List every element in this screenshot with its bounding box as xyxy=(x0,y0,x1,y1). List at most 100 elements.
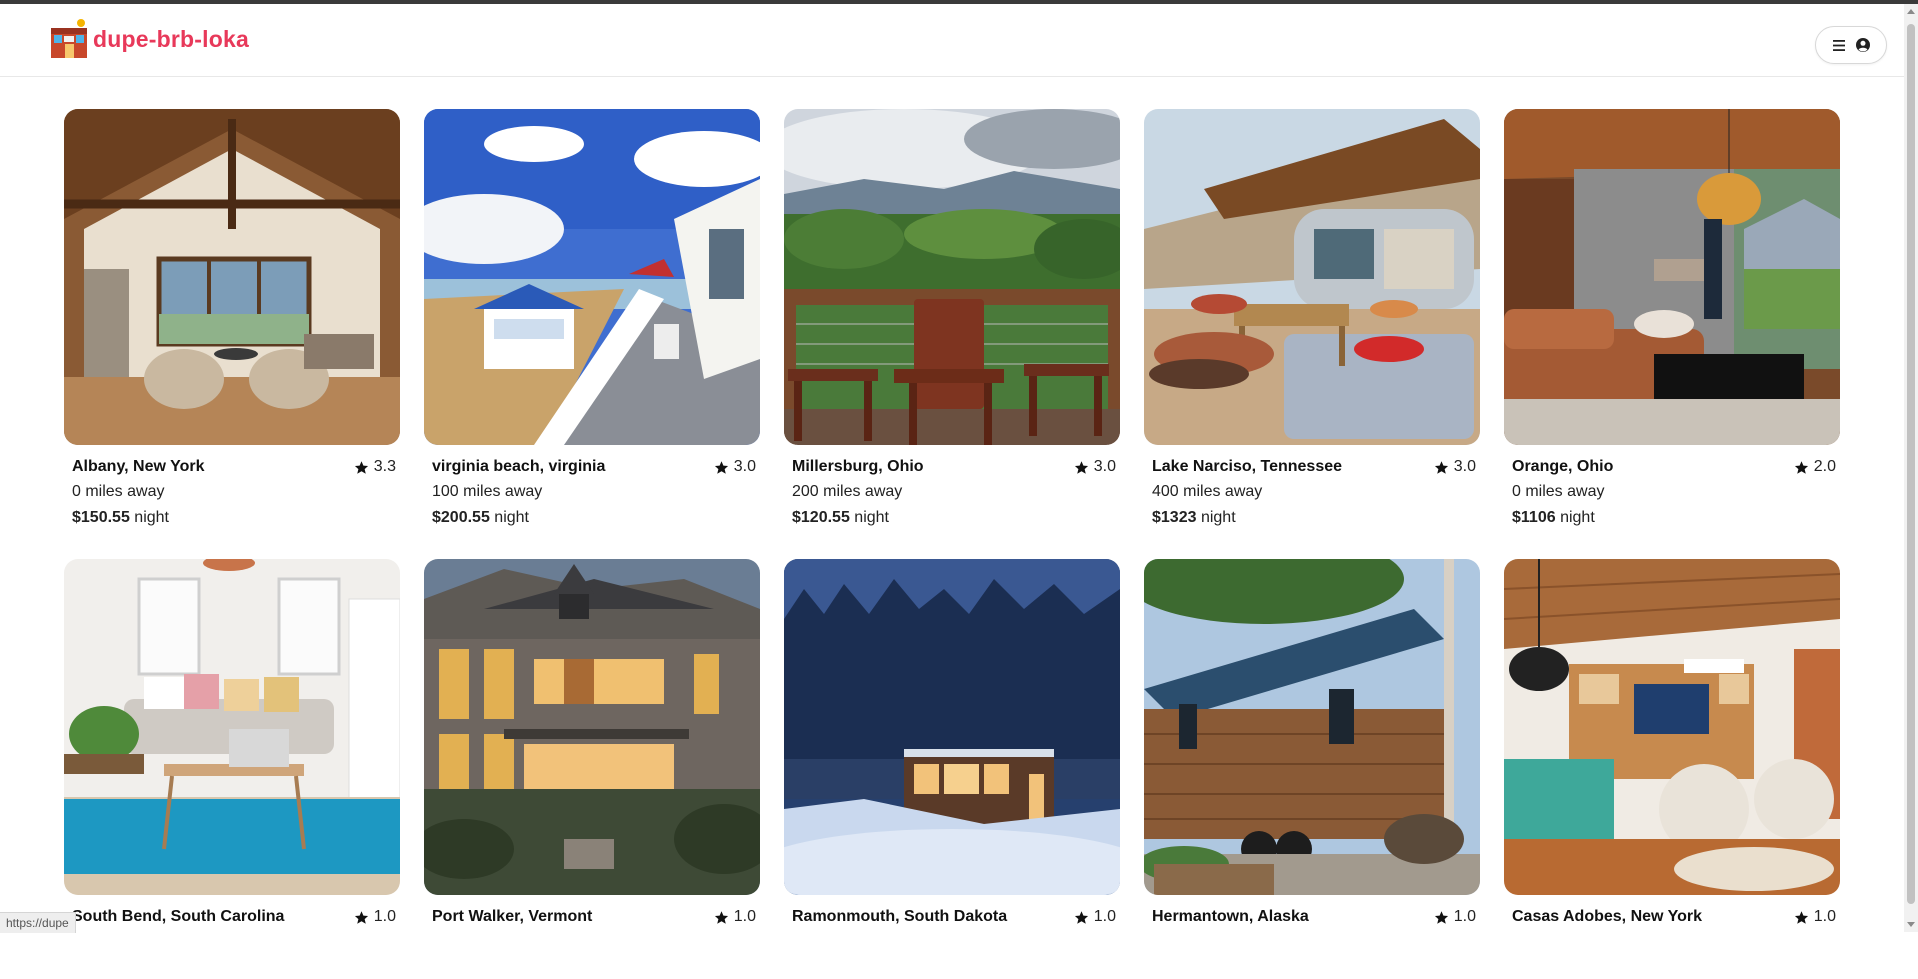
star-icon xyxy=(1434,460,1448,474)
listing-rating: 3.0 xyxy=(1434,458,1476,476)
listing-location: Port Walker, Vermont xyxy=(432,908,593,925)
rating-value: 1.0 xyxy=(373,908,396,925)
listing-photo[interactable] xyxy=(64,109,400,445)
listing-photo[interactable] xyxy=(1144,109,1480,445)
rating-value: 1.0 xyxy=(733,908,756,925)
listing-rating: 2.0 xyxy=(1794,458,1836,476)
listing-price: $150.55 night xyxy=(72,509,396,529)
listing-distance xyxy=(432,933,756,953)
white-room-image xyxy=(64,559,400,895)
listing-location: Lake Narciso, Tennessee xyxy=(1152,458,1343,475)
listing-card[interactable]: Orange, Ohio 2.0 0 miles away $1106 nigh… xyxy=(1504,109,1840,529)
listing-distance xyxy=(72,933,396,953)
listing-location: virginia beach, virginia xyxy=(432,458,606,475)
rating-value: 1.0 xyxy=(1813,908,1836,925)
brand-name[interactable]: dupe-brb-loka xyxy=(93,26,249,53)
listing-distance xyxy=(1512,933,1836,953)
price-unit: night xyxy=(134,509,169,526)
lake-lounge-image xyxy=(1504,109,1840,445)
listing-location: South Bend, South Carolina xyxy=(72,908,285,925)
star-icon xyxy=(1074,460,1088,474)
listing-rating: 3.0 xyxy=(1074,458,1116,476)
listing-photo[interactable] xyxy=(784,109,1120,445)
house-logo-icon[interactable] xyxy=(51,18,87,58)
listing-price xyxy=(1512,959,1836,979)
listing-price: $120.55 night xyxy=(792,509,1116,529)
price-amount: $1323 xyxy=(1152,509,1197,526)
listing-card[interactable]: South Bend, South Carolina 1.0 xyxy=(64,559,400,979)
star-icon xyxy=(714,910,728,924)
price-unit: night xyxy=(494,509,529,526)
listing-card[interactable]: virginia beach, virginia 3.0 100 miles a… xyxy=(424,109,760,529)
listing-card[interactable]: Hermantown, Alaska 1.0 xyxy=(1144,559,1480,979)
scroll-down-arrow-icon[interactable] xyxy=(1907,922,1915,927)
listing-rating: 1.0 xyxy=(1794,908,1836,926)
star-icon xyxy=(1074,910,1088,924)
star-icon xyxy=(1794,460,1808,474)
listing-card[interactable]: Millersburg, Ohio 3.0 200 miles away $12… xyxy=(784,109,1120,529)
user-menu-button[interactable] xyxy=(1815,26,1887,64)
price-amount: $200.55 xyxy=(432,509,490,526)
scroll-up-arrow-icon[interactable] xyxy=(1907,9,1915,14)
tiny-house-image xyxy=(1144,559,1480,895)
star-icon xyxy=(354,460,368,474)
listing-price xyxy=(432,959,756,979)
listing-rating: 3.3 xyxy=(354,458,396,476)
hamburger-icon xyxy=(1832,38,1846,52)
rating-value: 2.0 xyxy=(1813,458,1836,475)
listing-photo[interactable] xyxy=(424,559,760,895)
listing-location: Ramonmouth, South Dakota xyxy=(792,908,1008,925)
listing-card[interactable]: Port Walker, Vermont 1.0 xyxy=(424,559,760,979)
price-amount: $150.55 xyxy=(72,509,130,526)
listings-grid: Albany, New York 3.3 0 miles away $150.5… xyxy=(64,109,1840,979)
price-unit: night xyxy=(1560,509,1595,526)
listing-card[interactable]: Casas Adobes, New York 1.0 xyxy=(1504,559,1840,979)
listing-photo[interactable] xyxy=(424,109,760,445)
listing-distance: 100 miles away xyxy=(432,483,543,500)
rating-value: 1.0 xyxy=(1453,908,1476,925)
listing-price: $200.55 night xyxy=(432,509,756,529)
listing-distance: 200 miles away xyxy=(792,483,903,500)
price-unit: night xyxy=(1200,509,1236,526)
rating-value: 3.3 xyxy=(373,458,396,475)
listing-photo[interactable] xyxy=(1504,559,1840,895)
star-icon xyxy=(354,910,368,924)
timber-living-room-image xyxy=(64,109,400,445)
listing-rating: 3.0 xyxy=(714,458,756,476)
mountain-deck-image xyxy=(784,109,1120,445)
rating-value: 3.0 xyxy=(733,458,756,475)
user-circle-icon xyxy=(1856,38,1870,52)
scrollbar-thumb[interactable] xyxy=(1907,24,1915,904)
listing-price: $1106 night xyxy=(1512,509,1836,529)
listing-photo[interactable] xyxy=(64,559,400,895)
status-bar-url: https://dupe xyxy=(0,912,76,933)
listing-photo[interactable] xyxy=(1144,559,1480,895)
listing-location: Albany, New York xyxy=(72,458,205,475)
rating-value: 1.0 xyxy=(1093,908,1116,925)
rating-value: 3.0 xyxy=(1093,458,1116,475)
wood-living-room-image xyxy=(1504,559,1840,895)
star-icon xyxy=(1434,910,1448,924)
snowy-cabin-image xyxy=(784,559,1120,895)
listing-rating: 1.0 xyxy=(1074,908,1116,926)
victorian-house-image xyxy=(424,559,760,895)
listing-rating: 1.0 xyxy=(354,908,396,926)
vertical-scrollbar[interactable] xyxy=(1904,4,1918,932)
listing-location: Millersburg, Ohio xyxy=(792,458,924,475)
listing-photo[interactable] xyxy=(784,559,1120,895)
star-icon xyxy=(1794,910,1808,924)
listing-price xyxy=(792,959,1116,979)
price-unit: night xyxy=(854,509,889,526)
listing-distance: 0 miles away xyxy=(1512,483,1605,500)
listing-price: $1323 night xyxy=(1152,509,1476,529)
star-icon xyxy=(714,460,728,474)
listing-location: Hermantown, Alaska xyxy=(1152,908,1309,925)
listing-rating: 1.0 xyxy=(714,908,756,926)
listing-card[interactable]: Ramonmouth, South Dakota 1.0 xyxy=(784,559,1120,979)
listing-photo[interactable] xyxy=(1504,109,1840,445)
beach-deck-image xyxy=(424,109,760,445)
listing-rating: 1.0 xyxy=(1434,908,1476,926)
listing-card[interactable]: Lake Narciso, Tennessee 3.0 400 miles aw… xyxy=(1144,109,1480,529)
rating-value: 3.0 xyxy=(1453,458,1476,475)
listing-card[interactable]: Albany, New York 3.3 0 miles away $150.5… xyxy=(64,109,400,529)
